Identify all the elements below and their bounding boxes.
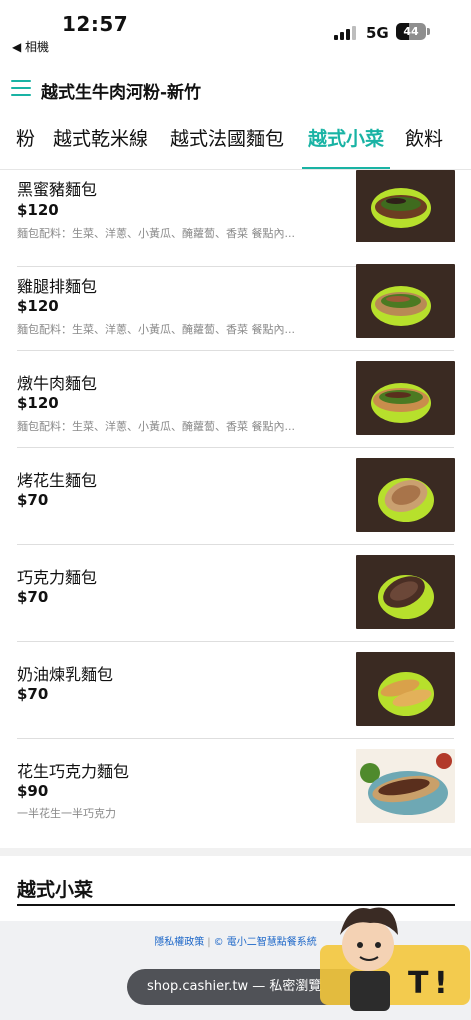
item-description: 麵包配料：生菜、洋蔥、小黃瓜、醃蘿蔔、香菜 餐點內... bbox=[17, 227, 295, 240]
shop-title: 越式生牛肉河粉-新竹 bbox=[41, 83, 202, 103]
item-photo bbox=[356, 264, 455, 338]
list-item[interactable]: 奶油煉乳麵包 $70 bbox=[0, 642, 471, 739]
item-photo bbox=[356, 170, 455, 244]
status-bar: 12:57 ◀ 相機 5G 44 bbox=[0, 0, 471, 58]
item-name: 烤花生麵包 bbox=[17, 471, 98, 490]
section-gap bbox=[0, 848, 471, 856]
footer-separator: | bbox=[207, 937, 211, 948]
item-photo bbox=[356, 361, 455, 435]
item-photo bbox=[356, 555, 455, 629]
tab-french-bread[interactable]: 越式法國麵包 bbox=[170, 126, 284, 169]
list-item[interactable]: 巧克力麵包 $70 bbox=[0, 545, 471, 642]
item-photo bbox=[356, 458, 455, 532]
status-time: 12:57 bbox=[62, 12, 129, 36]
tab-dry-vermicelli[interactable]: 越式乾米線 bbox=[53, 126, 148, 169]
list-item[interactable]: 黑蜜豬麵包 $120 麵包配料：生菜、洋蔥、小黃瓜、醃蘿蔔、香菜 餐點內... bbox=[0, 170, 471, 267]
network-type: 5G bbox=[366, 24, 389, 42]
item-name: 奶油煉乳麵包 bbox=[17, 665, 114, 684]
item-price: $120 bbox=[17, 394, 59, 412]
tab-drinks[interactable]: 飲料 bbox=[405, 126, 443, 169]
category-tabs: 粉 越式乾米線 越式法國麵包 越式小菜 飲料 bbox=[0, 120, 471, 170]
item-price: $70 bbox=[17, 588, 49, 606]
list-item[interactable]: 烤花生麵包 $70 bbox=[0, 448, 471, 545]
item-description: 麵包配料：生菜、洋蔥、小黃瓜、醃蘿蔔、香菜 餐點內... bbox=[17, 323, 295, 336]
item-description: 麵包配料：生菜、洋蔥、小黃瓜、醃蘿蔔、香菜 餐點內... bbox=[17, 420, 295, 433]
battery-icon: 44 bbox=[396, 23, 426, 40]
tab-noodle[interactable]: 粉 bbox=[16, 126, 35, 169]
list-item[interactable]: 雞腿排麵包 $120 麵包配料：生菜、洋蔥、小黃瓜、醃蘿蔔、香菜 餐點內... bbox=[0, 254, 471, 351]
tab-side-dishes[interactable]: 越式小菜 bbox=[301, 126, 391, 169]
item-price: $70 bbox=[17, 685, 49, 703]
battery-level: 44 bbox=[403, 25, 419, 38]
item-name: 燉牛肉麵包 bbox=[17, 374, 98, 393]
list-item[interactable]: 燉牛肉麵包 $120 麵包配料：生菜、洋蔥、小黃瓜、醃蘿蔔、香菜 餐點內... bbox=[0, 351, 471, 448]
list-item[interactable]: 花生巧克力麵包 $90 一半花生一半巧克力 bbox=[0, 739, 471, 836]
hamburger-menu-icon[interactable] bbox=[11, 80, 31, 96]
item-name: 巧克力麵包 bbox=[17, 568, 98, 587]
item-name: 雞腿排麵包 bbox=[17, 277, 98, 296]
battery-tip bbox=[427, 28, 430, 35]
item-price: $70 bbox=[17, 491, 49, 509]
item-photo bbox=[356, 749, 455, 823]
section-title: 越式小菜 bbox=[17, 879, 94, 901]
item-price: $120 bbox=[17, 201, 59, 219]
item-photo bbox=[356, 652, 455, 726]
svg-text:T: T bbox=[408, 966, 429, 1001]
item-description: 一半花生一半巧克力 bbox=[17, 807, 116, 820]
signal-icon bbox=[334, 24, 360, 40]
item-name: 花生巧克力麵包 bbox=[17, 762, 130, 781]
item-name: 黑蜜豬麵包 bbox=[17, 180, 98, 199]
app-header: 越式生牛肉河粉-新竹 bbox=[0, 58, 471, 120]
item-price: $90 bbox=[17, 782, 49, 800]
item-price: $120 bbox=[17, 297, 59, 315]
mascot-logo-icon: T ! bbox=[320, 907, 470, 1011]
privacy-policy-link[interactable]: 隱私權政策 bbox=[154, 937, 204, 948]
svg-text:!: ! bbox=[434, 966, 448, 1001]
back-to-camera-link[interactable]: ◀ 相機 bbox=[12, 38, 49, 55]
